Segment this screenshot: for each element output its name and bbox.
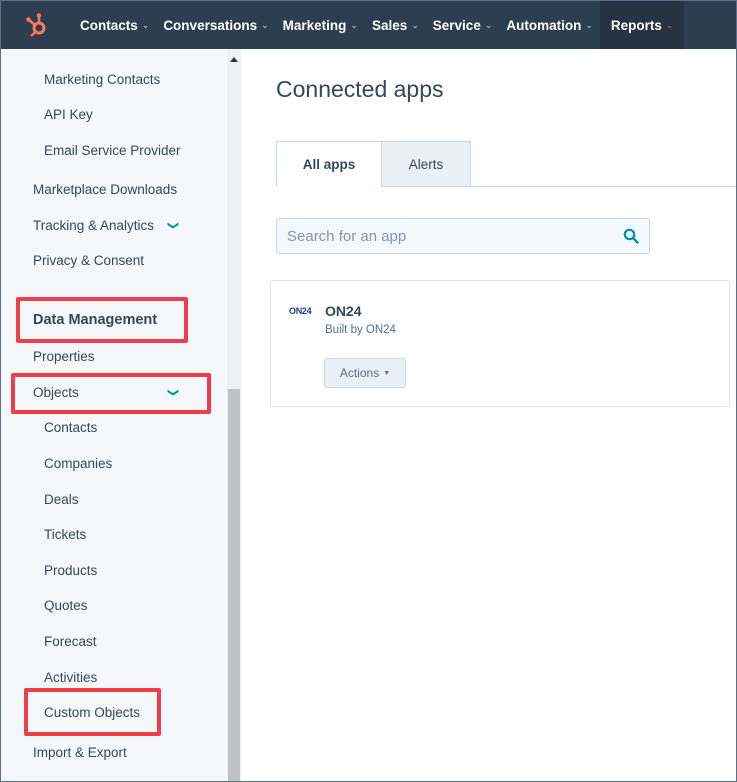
top-navigation: Contacts ⌄ Conversations ⌄ Marketing ⌄ Sale… [1, 1, 736, 49]
scroll-up-arrow-icon[interactable] [230, 57, 238, 62]
sidebar-scrollbar-thumb[interactable] [228, 389, 240, 781]
sidebar-item-marketing-contacts[interactable]: Marketing Contacts [44, 72, 160, 87]
app-window: Contacts ⌄ Conversations ⌄ Marketing ⌄ Sale… [0, 0, 737, 782]
chevron-down-icon: ⌄ [484, 19, 493, 30]
chevron-down-icon: ⌄ [585, 19, 593, 30]
main-content: Connected apps All apps Alerts ON24 ON24… [241, 49, 736, 781]
highlight-custom-objects [24, 688, 161, 736]
nav-automation[interactable]: Automation ⌄ [499, 1, 600, 49]
chevron-down-icon: ⌄ [261, 19, 269, 30]
nav-marketing-label: Marketing [282, 17, 347, 33]
tab-alerts[interactable]: Alerts [382, 141, 471, 187]
sidebar-item-import-export[interactable]: Import & Export [33, 745, 127, 760]
sidebar-item-marketplace-downloads[interactable]: Marketplace Downloads [33, 182, 177, 197]
highlight-data-management [16, 297, 188, 343]
app-name: ON24 [325, 303, 362, 319]
page-title: Connected apps [276, 76, 444, 102]
highlight-objects [11, 373, 211, 414]
chevron-down-icon: ⌄ [411, 19, 419, 30]
nav-conversations-label: Conversations [163, 17, 258, 33]
app-built-by: Built by ON24 [325, 324, 396, 336]
sidebar-item-products[interactable]: Products [44, 563, 97, 578]
nav-conversations[interactable]: Conversations ⌄ [156, 1, 275, 49]
sidebar-item-companies[interactable]: Companies [44, 456, 112, 471]
chevron-down-icon: ⌄ [665, 19, 674, 30]
sidebar-item-activities[interactable]: Activities [44, 670, 97, 685]
search-icon[interactable] [623, 228, 639, 244]
search-box [276, 218, 650, 254]
sidebar-item-privacy-consent[interactable]: Privacy & Consent [33, 253, 144, 268]
nav-sales[interactable]: Sales ⌄ [365, 1, 426, 49]
nav-service[interactable]: Service ⌄ [426, 1, 500, 49]
tab-all-apps[interactable]: All apps [276, 141, 382, 187]
chevron-down-icon: ⌄ [350, 19, 358, 30]
app-card-on24: ON24 ON24 Built by ON24 Actions ▼ [270, 280, 730, 407]
chevron-down-icon[interactable]: ❯ [167, 221, 180, 230]
sidebar-item-tracking-analytics[interactable]: Tracking & Analytics [33, 218, 154, 233]
hubspot-logo-icon[interactable] [1, 1, 73, 49]
sidebar-item-properties[interactable]: Properties [33, 349, 95, 364]
nav-contacts[interactable]: Contacts ⌄ [73, 1, 156, 49]
nav-sales-label: Sales [371, 17, 408, 33]
sidebar-item-api-key[interactable]: API Key [44, 107, 93, 122]
nav-reports[interactable]: Reports ⌄ [599, 1, 685, 49]
sidebar-item-forecast[interactable]: Forecast [44, 634, 97, 649]
settings-sidebar: Marketing Contacts API Key Email Service… [1, 49, 241, 781]
actions-button-label: Actions [339, 366, 380, 380]
search-input[interactable] [287, 227, 623, 245]
sidebar-item-tickets[interactable]: Tickets [44, 527, 86, 542]
nav-reports-label: Reports [610, 17, 662, 33]
tab-bar: All apps Alerts [276, 141, 471, 187]
nav-automation-label: Automation [506, 17, 582, 33]
caret-down-icon: ▼ [383, 369, 391, 377]
tab-divider [471, 186, 736, 187]
actions-dropdown-button[interactable]: Actions ▼ [324, 358, 406, 388]
nav-marketing[interactable]: Marketing ⌄ [276, 1, 365, 49]
chevron-down-icon: ⌄ [141, 19, 150, 30]
nav-contacts-label: Contacts [80, 17, 138, 33]
sidebar-item-email-service-provider[interactable]: Email Service Provider [44, 143, 181, 158]
nav-service-label: Service [432, 17, 481, 33]
sidebar-item-contacts[interactable]: Contacts [44, 420, 97, 435]
on24-logo: ON24 [289, 306, 312, 316]
sidebar-item-deals[interactable]: Deals [44, 492, 79, 507]
sidebar-item-quotes[interactable]: Quotes [44, 598, 88, 613]
